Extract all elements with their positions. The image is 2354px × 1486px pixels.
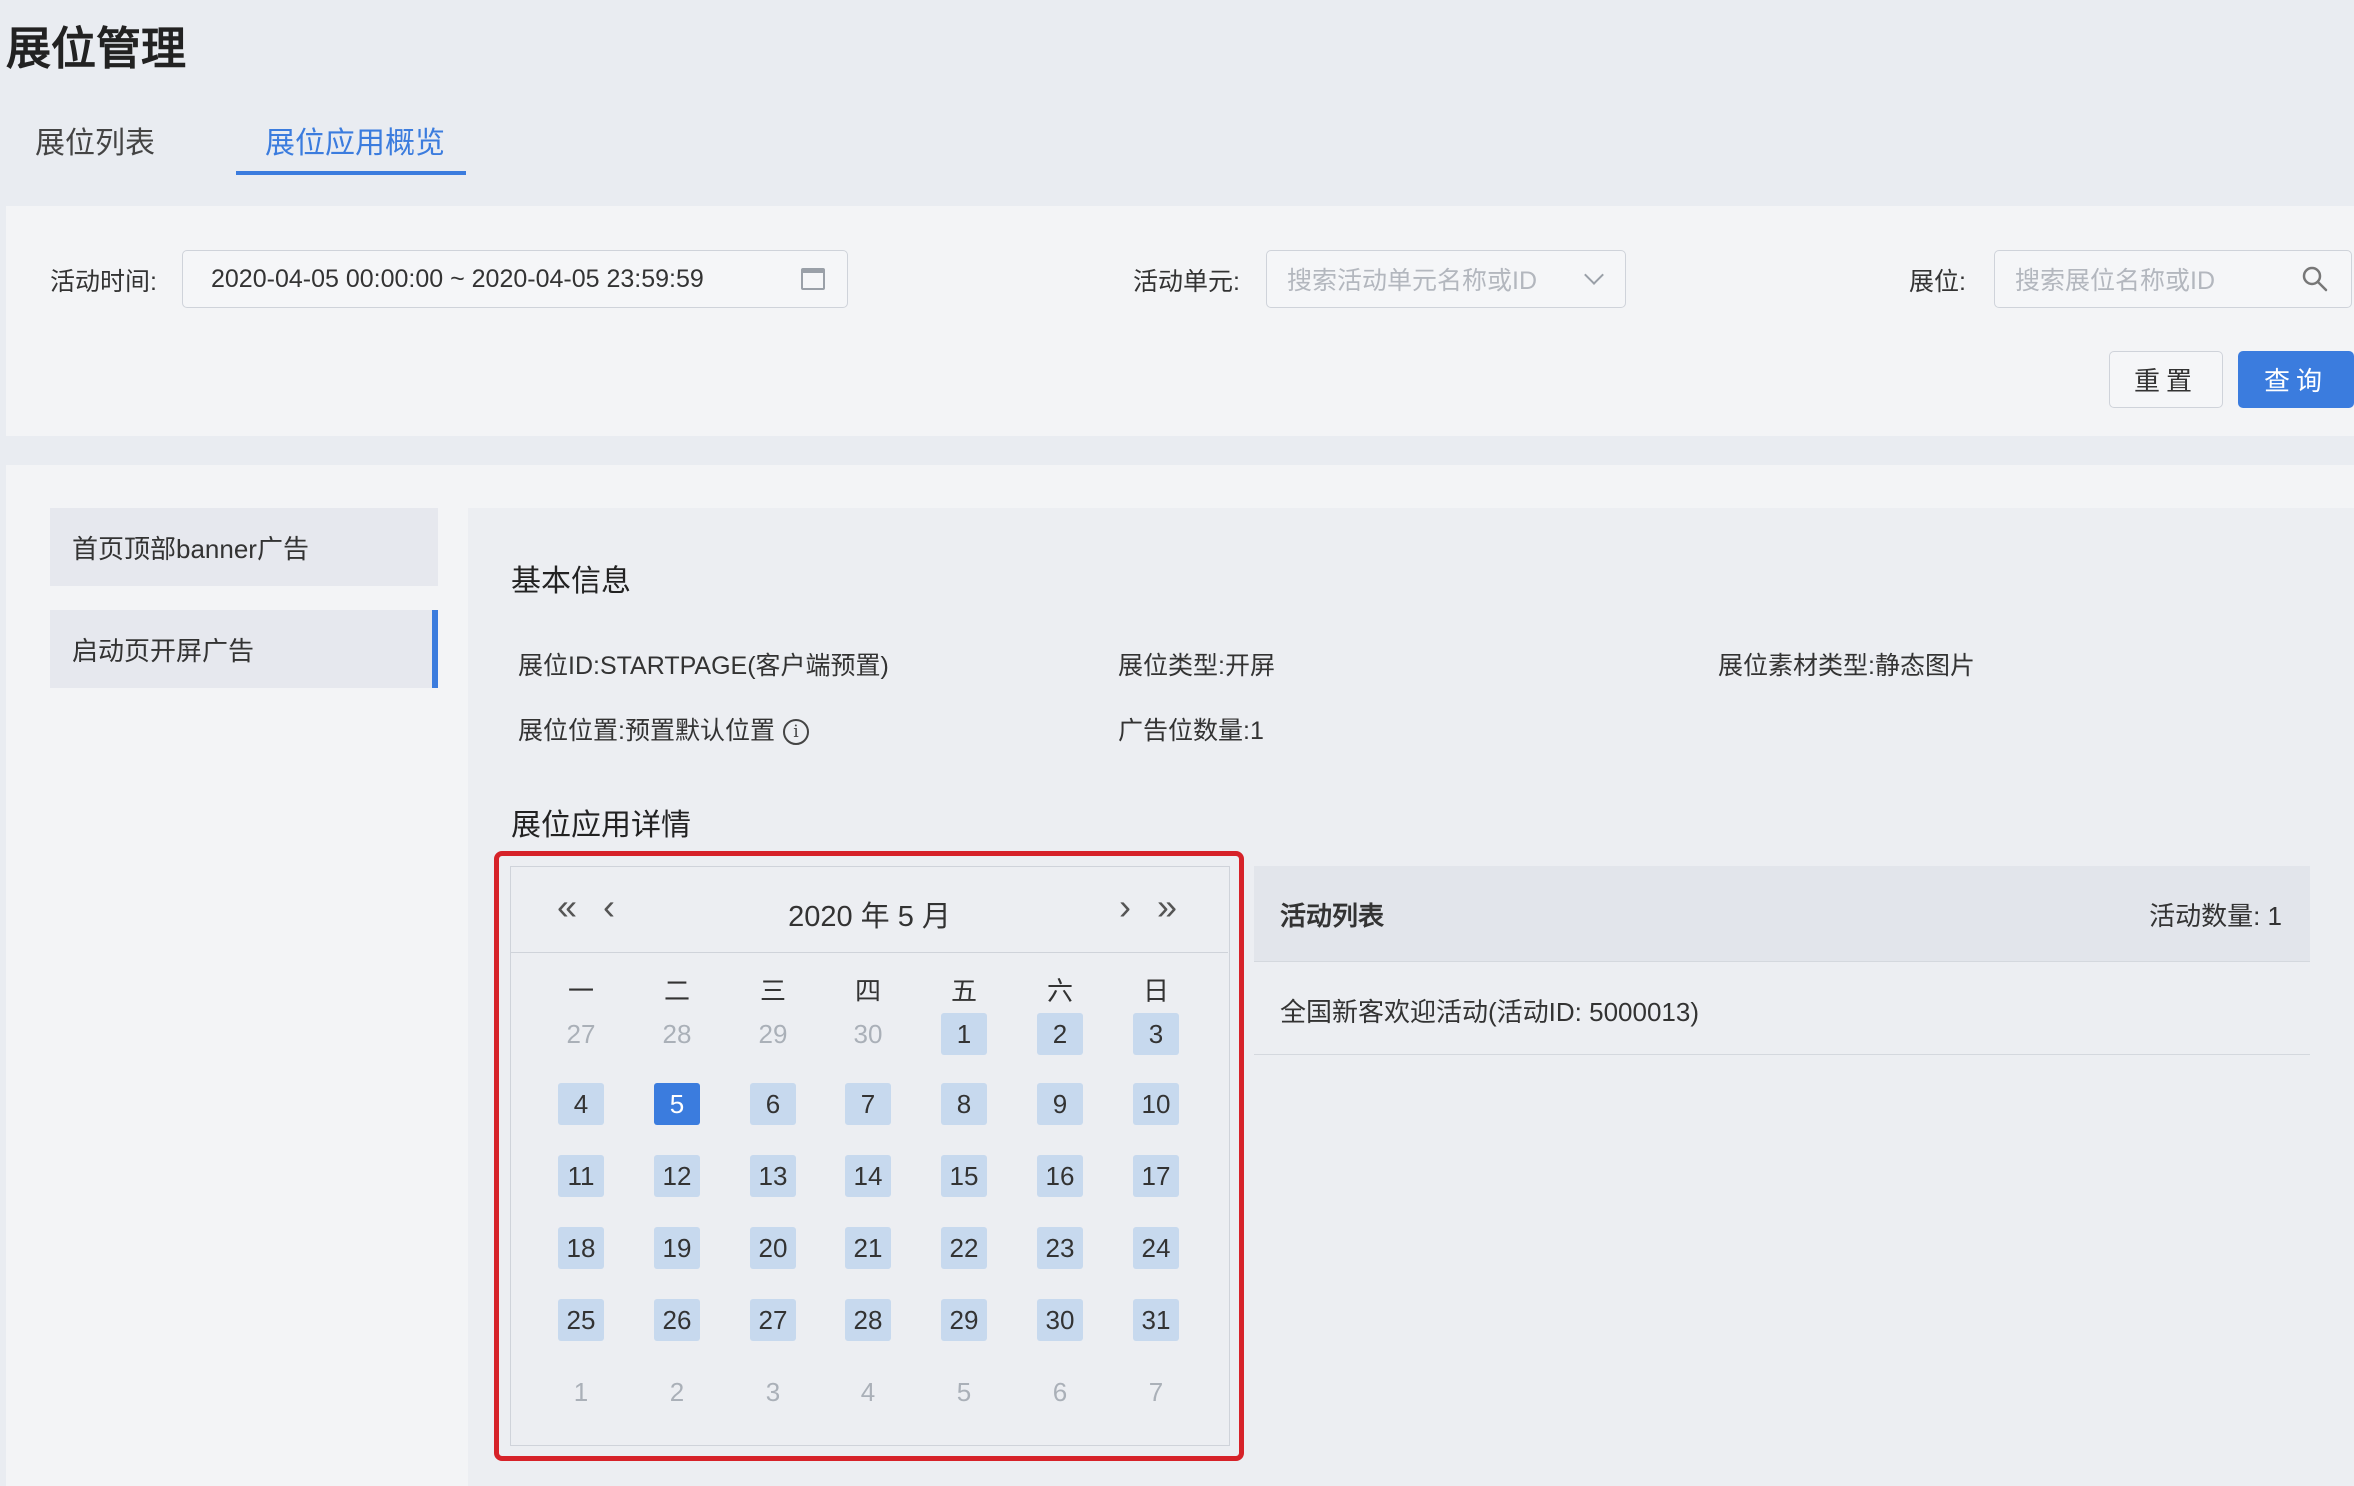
calendar-day[interactable]: 2 — [654, 1371, 700, 1413]
slot-position-label: 展位位置: — [518, 717, 625, 745]
slot-placeholder: 搜索展位名称或ID — [2015, 267, 2216, 295]
slot-id-label: 展位ID: — [518, 652, 600, 680]
calendar-day[interactable]: 28 — [845, 1299, 891, 1341]
weekday-label: 四 — [854, 976, 881, 1006]
calendar-day[interactable]: 24 — [1133, 1227, 1179, 1269]
page-title: 展位管理 — [6, 23, 187, 74]
slot-position-info: 展位位置:预置默认位置 i — [518, 711, 809, 747]
calendar-day[interactable]: 1 — [941, 1013, 987, 1055]
basic-info-title: 基本信息 — [511, 565, 631, 598]
calendar-day[interactable]: 16 — [1037, 1155, 1083, 1197]
calendar-day[interactable]: 13 — [750, 1155, 796, 1197]
calendar-day[interactable]: 25 — [558, 1299, 604, 1341]
calendar-day[interactable]: 18 — [558, 1227, 604, 1269]
detail-title: 展位应用详情 — [511, 809, 691, 842]
slot-id-info: 展位ID:STARTPAGE(客户端预置) — [518, 646, 889, 682]
unit-placeholder: 搜索活动单元名称或ID — [1287, 267, 1538, 295]
calendar-day[interactable]: 20 — [750, 1227, 796, 1269]
calendar-day[interactable]: 27 — [750, 1299, 796, 1341]
activity-item-label: 全国新客欢迎活动(活动ID: 5000013) — [1280, 997, 1699, 1027]
reset-button[interactable]: 重置 — [2109, 351, 2223, 408]
calendar-day[interactable]: 2 — [1037, 1013, 1083, 1055]
next-month-icon[interactable]: › — [1119, 887, 1131, 927]
calendar-day[interactable]: 30 — [845, 1013, 891, 1055]
calendar-day[interactable]: 27 — [558, 1013, 604, 1055]
slot-label: 展位: — [1909, 268, 1966, 296]
calendar-day[interactable]: 22 — [941, 1227, 987, 1269]
unit-label: 活动单元: — [1133, 268, 1240, 296]
filter-panel — [6, 206, 2354, 436]
time-label: 活动时间: — [50, 268, 157, 296]
activity-count: 活动数量: 1 — [2149, 901, 2282, 931]
calendar-day[interactable]: 17 — [1133, 1155, 1179, 1197]
weekday-label: 五 — [950, 976, 977, 1006]
calendar-icon — [801, 268, 825, 290]
calendar-day[interactable]: 7 — [845, 1083, 891, 1125]
slot-type-label: 展位类型: — [1118, 652, 1225, 680]
slot-search-input[interactable]: 搜索展位名称或ID — [1994, 250, 2352, 308]
calendar-day[interactable]: 11 — [558, 1155, 604, 1197]
ad-count-label: 广告位数量: — [1118, 717, 1250, 745]
slot-position-value: 预置默认位置 — [624, 717, 775, 745]
calendar-header: « ‹ 2020 年 5 月 › » — [511, 867, 1228, 953]
calendar-day[interactable]: 3 — [1133, 1013, 1179, 1055]
calendar: « ‹ 2020 年 5 月 › » 一二三四五六日 27 28 29 30 1 2 3 4 5… — [510, 866, 1230, 1446]
weekday-label: 三 — [759, 976, 786, 1006]
calendar-day[interactable]: 26 — [654, 1299, 700, 1341]
tab-slot-overview[interactable]: 展位应用概览 — [265, 118, 445, 162]
calendar-day[interactable]: 7 — [1133, 1371, 1179, 1413]
time-range-value: 2020-04-05 00:00:00 ~ 2020-04-05 23:59:5… — [211, 264, 704, 293]
calendar-day[interactable]: 1 — [558, 1371, 604, 1413]
calendar-day[interactable]: 6 — [1037, 1371, 1083, 1413]
weekday-label: 六 — [1046, 976, 1073, 1006]
chevron-down-icon — [1584, 265, 1604, 285]
calendar-day[interactable]: 8 — [941, 1083, 987, 1125]
calendar-day[interactable]: 9 — [1037, 1083, 1083, 1125]
activity-list-header: 活动列表 活动数量: 1 — [1254, 866, 2310, 962]
calendar-day[interactable]: 19 — [654, 1227, 700, 1269]
calendar-day[interactable]: 21 — [845, 1227, 891, 1269]
ad-count-info: 广告位数量:1 — [1118, 711, 1264, 747]
ad-count-value: 1 — [1249, 717, 1264, 745]
calendar-day-selected[interactable]: 5 — [654, 1083, 700, 1125]
calendar-day[interactable]: 29 — [941, 1299, 987, 1341]
time-range-picker[interactable]: 2020-04-05 00:00:00 ~ 2020-04-05 23:59:5… — [182, 250, 848, 308]
calendar-day[interactable]: 4 — [845, 1371, 891, 1413]
calendar-day[interactable]: 5 — [941, 1371, 987, 1413]
material-type-info: 展位素材类型:静态图片 — [1718, 646, 1975, 682]
calendar-day[interactable]: 4 — [558, 1083, 604, 1125]
query-button[interactable]: 查询 — [2238, 351, 2354, 408]
calendar-day[interactable]: 23 — [1037, 1227, 1083, 1269]
sidebar-active-indicator — [432, 610, 438, 688]
calendar-day[interactable]: 31 — [1133, 1299, 1179, 1341]
calendar-day[interactable]: 15 — [941, 1155, 987, 1197]
activity-list-title: 活动列表 — [1280, 901, 1385, 931]
info-icon[interactable]: i — [782, 719, 809, 746]
calendar-day[interactable]: 12 — [654, 1155, 700, 1197]
material-type-value: 静态图片 — [1874, 652, 1975, 680]
weekday-label: 二 — [663, 976, 690, 1006]
next-year-icon[interactable]: » — [1157, 887, 1177, 927]
calendar-day[interactable]: 14 — [845, 1155, 891, 1197]
search-icon — [2301, 265, 2329, 293]
slot-type-value: 开屏 — [1224, 652, 1275, 680]
weekday-label: 日 — [1142, 976, 1169, 1006]
sidebar-item-splash-ad[interactable]: 启动页开屏广告 — [50, 610, 438, 688]
material-type-label: 展位素材类型: — [1718, 652, 1875, 680]
calendar-day[interactable]: 6 — [750, 1083, 796, 1125]
calendar-day[interactable]: 3 — [750, 1371, 796, 1413]
slot-type-info: 展位类型:开屏 — [1118, 646, 1275, 682]
slot-id-value: STARTPAGE(客户端预置) — [599, 652, 889, 680]
calendar-day[interactable]: 30 — [1037, 1299, 1083, 1341]
calendar-day[interactable]: 28 — [654, 1013, 700, 1055]
sidebar-item-home-banner[interactable]: 首页顶部banner广告 — [50, 508, 438, 586]
list-item[interactable]: 全国新客欢迎活动(活动ID: 5000013) — [1254, 962, 2310, 1055]
tab-slot-list[interactable]: 展位列表 — [35, 118, 155, 162]
calendar-day[interactable]: 10 — [1133, 1083, 1179, 1125]
unit-select[interactable]: 搜索活动单元名称或ID — [1266, 250, 1626, 308]
calendar-day[interactable]: 29 — [750, 1013, 796, 1055]
active-tab-indicator — [236, 171, 466, 175]
weekday-label: 一 — [567, 976, 594, 1006]
